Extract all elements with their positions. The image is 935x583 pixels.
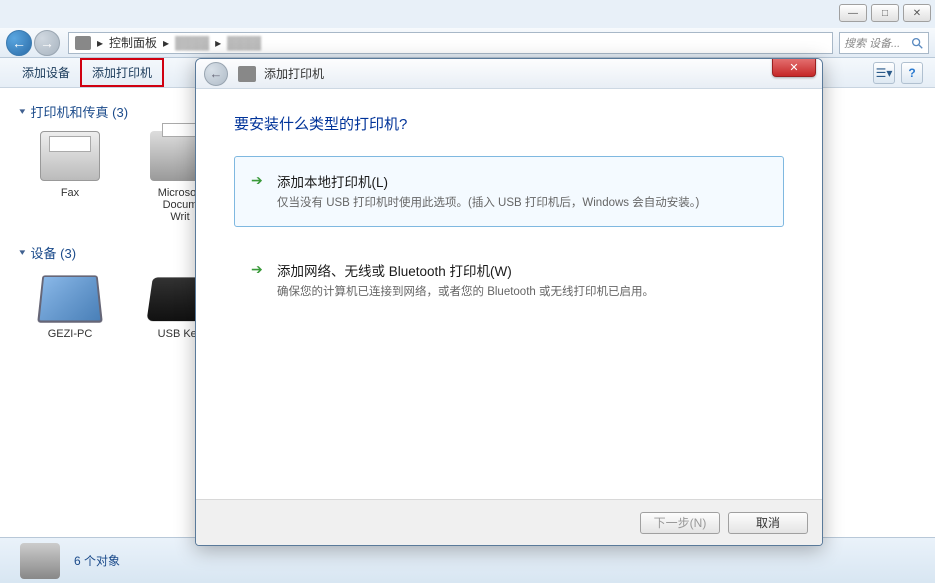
- nav-back-button[interactable]: ←: [6, 30, 32, 56]
- option-desc: 仅当没有 USB 打印机时使用此选项。(插入 USB 打印机后，Windows …: [277, 195, 767, 212]
- add-printer-dialog: ← 添加打印机 ✕ 要安装什么类型的打印机? ➔ 添加本地打印机(L) 仅当没有…: [195, 58, 823, 546]
- search-placeholder: 搜索 设备...: [844, 35, 900, 51]
- address-segment-blurred: ████: [175, 36, 209, 50]
- address-bar[interactable]: ▸ 控制面板 ▸ ████ ▸ ████: [68, 32, 833, 54]
- devices-icon: [75, 36, 91, 50]
- address-sep: ▸: [163, 36, 169, 50]
- device-label: GEZI-PC: [48, 328, 93, 340]
- laptop-icon: [37, 275, 103, 322]
- dialog-footer: 下一步(N) 取消: [196, 499, 822, 545]
- add-printer-button[interactable]: 添加打印机: [80, 58, 164, 87]
- search-icon: [910, 36, 924, 50]
- option-desc: 确保您的计算机已连接到网络，或者您的 Bluetooth 或无线打印机已启用。: [277, 284, 767, 301]
- option-title: 添加本地打印机(L): [277, 171, 767, 191]
- device-item-fax[interactable]: Fax: [30, 131, 110, 223]
- dialog-close-button[interactable]: ✕: [772, 58, 816, 77]
- toolbar-right: ☰▾ ?: [873, 62, 923, 84]
- dialog-back-button[interactable]: ←: [204, 62, 228, 86]
- dialog-body: 要安装什么类型的打印机? ➔ 添加本地打印机(L) 仅当没有 USB 打印机时使…: [196, 89, 822, 359]
- explorer-nav-bar: ← → ▸ 控制面板 ▸ ████ ▸ ████ 搜索 设备...: [0, 28, 935, 58]
- dialog-heading: 要安装什么类型的打印机?: [234, 113, 784, 134]
- arrow-icon: ➔: [251, 261, 267, 277]
- next-button[interactable]: 下一步(N): [640, 512, 720, 534]
- status-devices-icon: [20, 543, 60, 579]
- device-label: Fax: [61, 187, 79, 199]
- address-sep: ▸: [97, 36, 103, 50]
- maximize-button[interactable]: □: [871, 4, 899, 22]
- view-options-button[interactable]: ☰▾: [873, 62, 895, 84]
- cancel-button[interactable]: 取消: [728, 512, 808, 534]
- minimize-button[interactable]: —: [839, 4, 867, 22]
- option-title: 添加网络、无线或 Bluetooth 打印机(W): [277, 260, 767, 280]
- close-button[interactable]: ✕: [903, 4, 931, 22]
- nav-forward-button[interactable]: →: [34, 30, 60, 56]
- add-device-button[interactable]: 添加设备: [12, 60, 80, 85]
- address-sep: ▸: [215, 36, 221, 50]
- address-segment-blurred: ████: [227, 36, 261, 50]
- window-controls: — □ ✕: [835, 0, 935, 26]
- option-network-printer[interactable]: ➔ 添加网络、无线或 Bluetooth 打印机(W) 确保您的计算机已连接到网…: [234, 245, 784, 316]
- printer-icon: [238, 66, 256, 82]
- address-segment[interactable]: 控制面板: [109, 34, 157, 51]
- search-input[interactable]: 搜索 设备...: [839, 32, 929, 54]
- dialog-titlebar: ← 添加打印机 ✕: [196, 59, 822, 89]
- help-button[interactable]: ?: [901, 62, 923, 84]
- option-local-printer[interactable]: ➔ 添加本地打印机(L) 仅当没有 USB 打印机时使用此选项。(插入 USB …: [234, 156, 784, 227]
- device-item-pc[interactable]: GEZI-PC: [30, 272, 110, 340]
- status-count: 6 个对象: [74, 552, 120, 569]
- arrow-icon: ➔: [251, 172, 267, 188]
- dialog-title: 添加打印机: [264, 65, 324, 82]
- fax-icon: [40, 131, 100, 181]
